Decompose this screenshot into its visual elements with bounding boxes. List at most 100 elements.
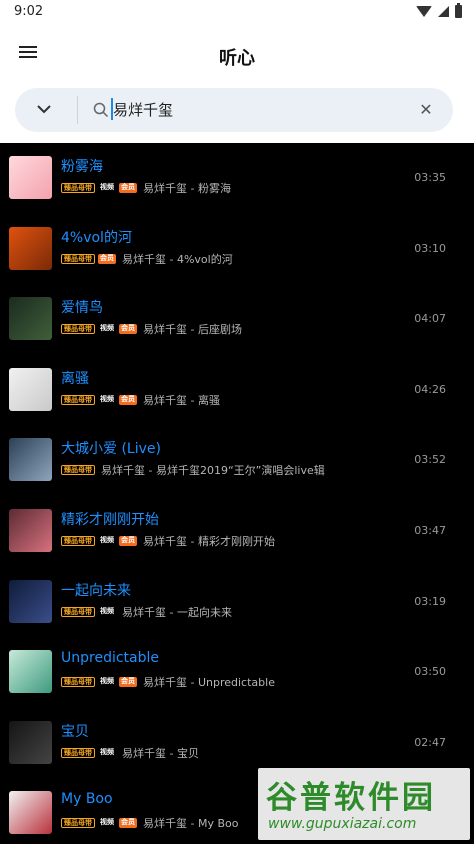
video-badge: 视频 [100, 535, 114, 544]
song-duration: 03:52 [414, 453, 446, 467]
search-bar[interactable]: 易烊千玺 ✕ [15, 88, 453, 132]
song-row[interactable]: 爱情鸟臻品母带 视频 会员 易烊千玺 - 后座剧场 04:07 [0, 284, 474, 355]
song-artist-album: 易烊千玺 - 宝贝 [122, 746, 199, 760]
song-title: 一起向未来 [61, 582, 131, 599]
song-duration: 03:50 [414, 665, 446, 679]
song-meta: 臻品母带 视频 会员 易烊千玺 - Unpredictable [61, 675, 275, 689]
hq-badge: 臻品母带 [61, 677, 95, 688]
song-meta: 臻品母带 视频 会员 易烊千玺 - My Boo [61, 816, 238, 830]
song-artist-album: 易烊千玺 - 离骚 [143, 393, 220, 407]
video-badge: 视频 [100, 747, 114, 756]
song-meta: 臻品母带 视频 会员 易烊千玺 - 后座剧场 [61, 322, 242, 336]
song-title: 大城小爱 (Live) [61, 441, 161, 458]
watermark-brand: 谷普软件园 [266, 780, 436, 816]
song-duration: 03:10 [414, 241, 446, 255]
vip-badge: 会员 [98, 253, 116, 264]
vip-badge: 会员 [119, 324, 137, 335]
app-bar: 听心 [0, 24, 474, 84]
album-art [9, 367, 52, 411]
song-duration: 03:35 [414, 171, 446, 184]
status-icons [416, 3, 462, 18]
status-bar: 9:02 [0, 0, 474, 24]
wifi-icon [416, 6, 432, 17]
song-title: 离骚 [61, 370, 89, 387]
video-badge: 视频 [100, 818, 114, 827]
video-badge: 视频 [100, 394, 114, 403]
hq-badge: 臻品母带 [61, 183, 95, 193]
song-meta: 臻品母带 视频 会员 易烊千玺 - 离骚 [61, 393, 220, 407]
song-row[interactable]: 4%vol的河臻品母带 会员 易烊千玺 - 4%vol的河 03:10 [0, 214, 474, 285]
status-time: 9:02 [14, 4, 44, 19]
search-input[interactable]: 易烊千玺 [113, 99, 173, 120]
song-title: My Boo [61, 791, 113, 808]
song-artist-album: 易烊千玺 - 4%vol的河 [122, 252, 233, 266]
album-art [9, 297, 52, 341]
watermark-url: www.gupuxiazai.com [268, 816, 417, 832]
song-row[interactable]: 粉雾海臻品母带 视频 会员 易烊千玺 - 粉雾海 03:35 [0, 143, 474, 214]
song-artist-album: 易烊千玺 - My Boo [143, 817, 239, 831]
hq-badge: 臻品母带 [61, 253, 95, 264]
song-meta: 臻品母带 视频 易烊千玺 - 一起向未来 [61, 605, 232, 619]
song-artist-album: 易烊千玺 - 易烊千玺2019“王尔”演唱会live辑 [101, 464, 325, 478]
watermark: 谷普软件园 www.gupuxiazai.com [258, 768, 470, 840]
vip-badge: 会员 [119, 818, 137, 829]
album-art [9, 791, 52, 835]
song-duration: 04:07 [414, 312, 446, 326]
song-artist-album: 易烊千玺 - 粉雾海 [143, 182, 231, 195]
video-badge: 视频 [100, 677, 114, 686]
vip-badge: 会员 [119, 535, 137, 546]
song-artist-album: 易烊千玺 - 精彩才刚刚开始 [143, 534, 275, 548]
video-badge: 视频 [100, 606, 114, 615]
song-artist-album: 易烊千玺 - Unpredictable [143, 676, 275, 690]
search-divider [77, 96, 78, 124]
signal-icon [438, 6, 449, 17]
hq-badge: 臻品母带 [61, 747, 95, 758]
song-meta: 臻品母带 会员 易烊千玺 - 4%vol的河 [61, 252, 233, 266]
album-art [9, 156, 52, 199]
hq-badge: 臻品母带 [61, 465, 95, 476]
video-badge: 视频 [100, 324, 114, 333]
song-row[interactable]: 离骚臻品母带 视频 会员 易烊千玺 - 离骚 04:26 [0, 355, 474, 426]
album-art [9, 650, 52, 694]
song-meta: 臻品母带 易烊千玺 - 易烊千玺2019“王尔”演唱会live辑 [61, 463, 325, 477]
chevron-down-icon[interactable] [35, 100, 53, 118]
song-title: 爱情鸟 [61, 300, 103, 317]
song-meta: 臻品母带 视频 会员 易烊千玺 - 粉雾海 [61, 181, 231, 195]
hq-badge: 臻品母带 [61, 394, 95, 405]
song-duration: 04:26 [414, 382, 446, 396]
song-title: 宝贝 [61, 723, 89, 740]
hq-badge: 臻品母带 [61, 606, 95, 617]
song-artist-album: 易烊千玺 - 一起向未来 [122, 605, 232, 619]
album-art [9, 226, 52, 270]
video-badge: 视频 [100, 183, 114, 191]
song-duration: 03:19 [414, 594, 446, 608]
song-title: 4%vol的河 [61, 229, 132, 246]
hq-badge: 臻品母带 [61, 535, 95, 546]
vip-badge: 会员 [119, 677, 137, 688]
vip-badge: 会员 [119, 394, 137, 405]
song-title: Unpredictable [61, 650, 159, 667]
song-title: 精彩才刚刚开始 [61, 511, 159, 528]
vip-badge: 会员 [119, 183, 137, 193]
song-row[interactable]: 精彩才刚刚开始臻品母带 视频 会员 易烊千玺 - 精彩才刚刚开始 03:47 [0, 496, 474, 567]
album-art [9, 438, 52, 482]
hq-badge: 臻品母带 [61, 324, 95, 335]
song-title: 粉雾海 [61, 159, 103, 175]
song-duration: 03:47 [414, 523, 446, 537]
album-art [9, 508, 52, 552]
album-art [9, 579, 52, 623]
clear-icon[interactable]: ✕ [417, 101, 435, 119]
song-duration: 02:47 [414, 735, 446, 749]
battery-icon [455, 3, 462, 18]
song-meta: 臻品母带 视频 易烊千玺 - 宝贝 [61, 746, 199, 760]
hq-badge: 臻品母带 [61, 818, 95, 829]
song-list: 粉雾海 臻品母带 视频 会员 易烊千玺 - 粉雾海 03:35 4%vol的河 臻品母带 会员易… [0, 143, 474, 844]
song-row[interactable]: Unpredictable 臻品母带 视频 会员 易烊千玺 - Unpredictabl… [0, 637, 474, 708]
page-title: 听心 [219, 48, 255, 69]
song-row[interactable]: 一起向未来臻品母带 视频 易烊千玺 - 一起向未来 03:19 [0, 567, 474, 638]
song-meta: 臻品母带 视频 会员 易烊千玺 - 精彩才刚刚开始 [61, 534, 275, 548]
album-art [9, 720, 52, 764]
song-artist-album: 易烊千玺 - 后座剧场 [143, 323, 242, 337]
search-icon [93, 102, 109, 118]
song-row[interactable]: 大城小爱 (Live) 臻品母带 易烊千玺 - 易烊千玺2019“王尔”演唱会liv… [0, 425, 474, 496]
